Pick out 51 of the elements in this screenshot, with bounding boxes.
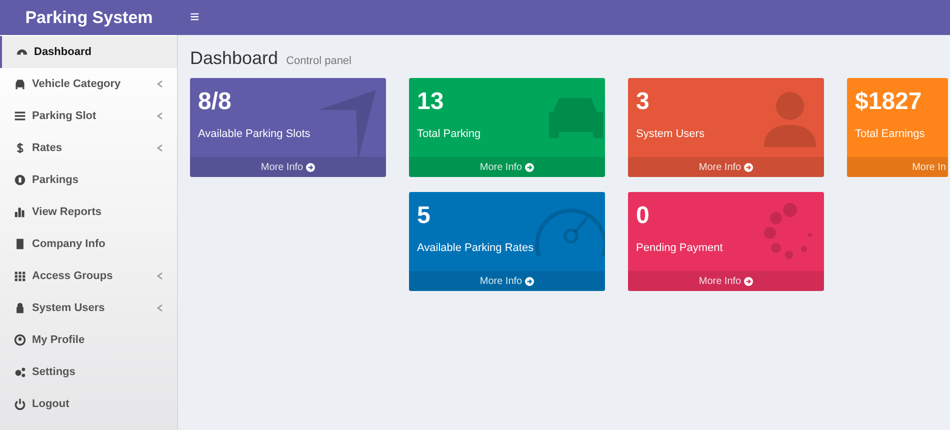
- menu-icon: [14, 78, 26, 90]
- menu-icon: [14, 206, 26, 218]
- sidebar-item[interactable]: Parkings: [0, 164, 177, 196]
- menu-toggle[interactable]: ≡: [186, 6, 204, 30]
- arrow-circle-icon: [744, 162, 754, 172]
- sidebar-item[interactable]: View Reports: [0, 196, 177, 228]
- stat-value: 13: [417, 88, 444, 116]
- arrow-circle-icon: [744, 276, 754, 286]
- brand-title[interactable]: Parking System: [25, 4, 153, 30]
- sidebar-item[interactable]: Logout: [0, 388, 177, 420]
- more-info-link[interactable]: More Info: [628, 271, 824, 291]
- stat-value: $1827: [855, 88, 922, 116]
- sidebar-item[interactable]: Settings: [0, 356, 177, 388]
- sidebar-item[interactable]: My Profile: [0, 324, 177, 356]
- menu-icon: [14, 398, 26, 410]
- sidebar-item[interactable]: System Users: [0, 292, 177, 324]
- sidebar-item[interactable]: Parking Slot: [0, 100, 177, 132]
- menu-icon: [14, 302, 26, 314]
- stat-label: System Users: [636, 127, 704, 142]
- page-title: Dashboard: [190, 47, 278, 70]
- page-subtitle: Control panel: [286, 54, 352, 69]
- arrow-circle-icon: [525, 276, 534, 286]
- sidebar-item[interactable]: Access Groups: [0, 260, 177, 292]
- arrow-circle-icon: [525, 162, 534, 172]
- menu-icon: [14, 334, 26, 346]
- stat-label: Total Parking: [417, 127, 481, 142]
- menu-icon: [14, 174, 26, 186]
- menu-icon: [14, 270, 26, 282]
- sidebar-item[interactable]: Dashboard: [0, 36, 177, 68]
- more-info-link[interactable]: More Info: [190, 157, 386, 177]
- stat-label: Available Parking Rates: [417, 241, 534, 256]
- user-icon: [764, 92, 816, 147]
- menu-icon: [14, 366, 26, 378]
- stat-value: 8/8: [198, 88, 232, 116]
- sidebar-item[interactable]: Company Info: [0, 228, 177, 260]
- arrow-circle-icon: [306, 162, 316, 172]
- more-info-link[interactable]: More Info: [409, 271, 605, 291]
- more-info-link[interactable]: More Info: [628, 157, 824, 177]
- stat-label: Available Parking Slots: [198, 127, 310, 142]
- menu-icon: [14, 110, 26, 122]
- more-info-link[interactable]: More Info: [409, 157, 605, 177]
- stat-label: Pending Payment: [636, 241, 723, 256]
- stat-value: 0: [636, 202, 650, 230]
- stat-value: 5: [417, 202, 430, 230]
- arrow-icon: [318, 90, 378, 160]
- menu-icon: [14, 142, 26, 154]
- stat-label: Total Earnings: [855, 127, 925, 142]
- sidebar-item[interactable]: Rates: [0, 132, 177, 164]
- menu-icon: [14, 238, 26, 250]
- sidebar-item[interactable]: Vehicle Category: [0, 68, 177, 100]
- stat-value: 3: [636, 88, 650, 116]
